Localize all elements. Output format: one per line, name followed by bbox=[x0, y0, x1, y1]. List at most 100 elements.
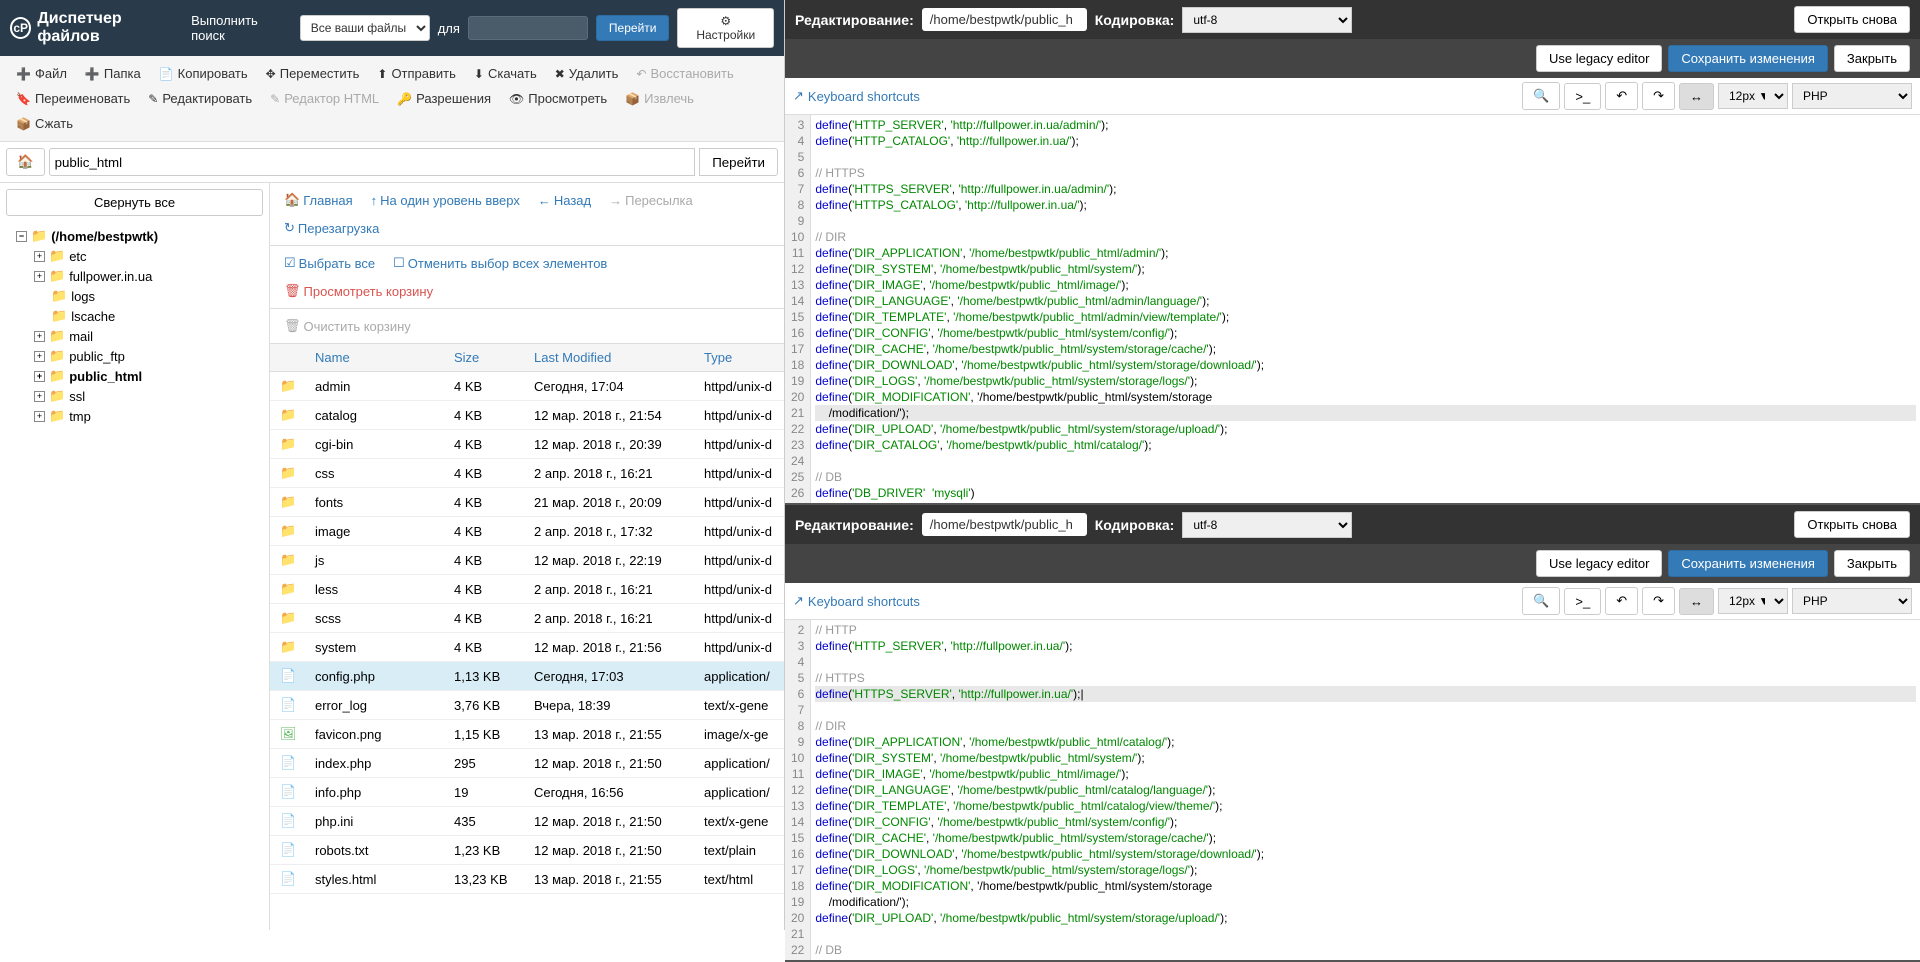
path-input[interactable] bbox=[49, 148, 696, 176]
table-row[interactable]: 📄error_log3,76 KBВчера, 18:39text/x-gene bbox=[270, 691, 784, 720]
keyboard-shortcuts-link[interactable]: ↗Keyboard shortcuts bbox=[793, 593, 920, 609]
tree-item-public_ftp[interactable]: +📁public_ftp bbox=[28, 346, 269, 366]
edit-button[interactable]: ✎Редактировать bbox=[140, 87, 260, 110]
terminal-button[interactable]: >_ bbox=[1564, 588, 1601, 615]
fontsize-select[interactable]: 12px ▼ bbox=[1718, 83, 1788, 109]
tree-item-lscache[interactable]: 📁lscache bbox=[28, 306, 269, 326]
collapse-all-button[interactable]: Свернуть все bbox=[6, 189, 263, 216]
table-row[interactable]: 📁cgi-bin4 KB12 мар. 2018 г., 20:39httpd/… bbox=[270, 430, 784, 459]
table-row[interactable]: 📁scss4 KB2 апр. 2018 г., 16:21httpd/unix… bbox=[270, 604, 784, 633]
tree-item-logs[interactable]: 📁logs bbox=[28, 286, 269, 306]
move-button[interactable]: ✥Переместить bbox=[258, 62, 368, 85]
tree-item-fullpower.in.ua[interactable]: +📁fullpower.in.ua bbox=[28, 266, 269, 286]
table-row[interactable]: 📄styles.html13,23 KB13 мар. 2018 г., 21:… bbox=[270, 865, 784, 894]
table-row[interactable]: 📄index.php29512 мар. 2018 г., 21:50appli… bbox=[270, 749, 784, 778]
reload-button[interactable]: ↻Перезагрузка bbox=[278, 217, 385, 239]
table-row[interactable]: 📁image4 KB2 апр. 2018 г., 17:32httpd/uni… bbox=[270, 517, 784, 546]
permissions-button[interactable]: 🔑Разрешения bbox=[389, 87, 499, 110]
language-select[interactable]: PHP bbox=[1792, 588, 1912, 614]
path-go-button[interactable]: Перейти bbox=[699, 148, 778, 176]
new-folder-button[interactable]: ➕Папка bbox=[77, 62, 149, 85]
reopen-button[interactable]: Открыть снова bbox=[1794, 6, 1910, 33]
wrap-button[interactable]: ↔ bbox=[1679, 588, 1714, 615]
nav-home-button[interactable]: 🏠Главная bbox=[278, 189, 359, 211]
search-button[interactable]: 🔍 bbox=[1522, 82, 1560, 110]
extract-button[interactable]: 📦Извлечь bbox=[617, 87, 702, 110]
tree-item-tmp[interactable]: +📁tmp bbox=[28, 406, 269, 426]
html-editor-button[interactable]: ✎Редактор HTML bbox=[262, 87, 387, 110]
search-scope-select[interactable]: Все ваши файлы bbox=[300, 15, 430, 41]
redo-button[interactable]: ↷ bbox=[1642, 587, 1675, 615]
new-file-button[interactable]: ➕Файл bbox=[8, 62, 75, 85]
table-row[interactable]: 📁system4 KB12 мар. 2018 г., 21:56httpd/u… bbox=[270, 633, 784, 662]
table-row[interactable]: 📄config.php1,13 KBСегодня, 17:03applicat… bbox=[270, 662, 784, 691]
tree-item-mail[interactable]: +📁mail bbox=[28, 326, 269, 346]
expand-icon[interactable]: + bbox=[34, 331, 45, 342]
keyboard-shortcuts-link[interactable]: ↗Keyboard shortcuts bbox=[793, 88, 920, 104]
tree-item-etc[interactable]: +📁etc bbox=[28, 246, 269, 266]
code-editor[interactable]: 2345678910111213141516171819202122// HTT… bbox=[785, 620, 1920, 960]
wrap-button[interactable]: ↔ bbox=[1679, 83, 1714, 110]
tree-root[interactable]: − 📁 (/home/bestpwtk) bbox=[10, 226, 269, 246]
tree-item-public_html[interactable]: +📁public_html bbox=[28, 366, 269, 386]
expand-icon[interactable]: + bbox=[34, 271, 45, 282]
col-name[interactable]: Name bbox=[305, 344, 444, 371]
close-button[interactable]: Закрыть bbox=[1834, 45, 1910, 72]
copy-button[interactable]: 📄Копировать bbox=[151, 62, 256, 85]
col-type[interactable]: Type bbox=[694, 344, 784, 371]
legacy-editor-button[interactable]: Use legacy editor bbox=[1536, 45, 1662, 72]
view-trash-button[interactable]: 🗑Просмотреть корзину bbox=[278, 280, 439, 302]
nav-up-button[interactable]: ↑На один уровень вверх bbox=[365, 189, 526, 211]
language-select[interactable]: PHP bbox=[1792, 83, 1912, 109]
code-content[interactable]: // HTTPdefine('HTTP_SERVER', 'http://ful… bbox=[811, 620, 1920, 960]
table-row[interactable]: 📄robots.txt1,23 KB12 мар. 2018 г., 21:50… bbox=[270, 836, 784, 865]
terminal-button[interactable]: >_ bbox=[1564, 83, 1601, 110]
expand-icon[interactable]: + bbox=[34, 411, 45, 422]
fontsize-select[interactable]: 12px ▼ bbox=[1718, 588, 1788, 614]
table-row[interactable]: 📁js4 KB12 мар. 2018 г., 22:19httpd/unix-… bbox=[270, 546, 784, 575]
encoding-select[interactable]: utf-8 bbox=[1182, 512, 1352, 538]
col-modified[interactable]: Last Modified bbox=[524, 344, 694, 371]
deselect-all-button[interactable]: ☐Отменить выбор всех элементов bbox=[387, 252, 613, 274]
close-button[interactable]: Закрыть bbox=[1834, 550, 1910, 577]
code-content[interactable]: define('HTTP_SERVER', 'http://fullpower.… bbox=[811, 115, 1920, 503]
table-row[interactable]: 🖼favicon.png1,15 KB13 мар. 2018 г., 21:5… bbox=[270, 720, 784, 749]
empty-trash-button[interactable]: 🗑Очистить корзину bbox=[278, 315, 417, 337]
restore-button[interactable]: ↶Восстановить bbox=[628, 62, 741, 85]
save-button[interactable]: Сохранить изменения bbox=[1668, 550, 1828, 577]
undo-button[interactable]: ↶ bbox=[1605, 82, 1638, 110]
table-row[interactable]: 📄info.php19Сегодня, 16:56application/ bbox=[270, 778, 784, 807]
expand-icon[interactable]: + bbox=[34, 371, 45, 382]
table-row[interactable]: 📁admin4 KBСегодня, 17:04httpd/unix-d bbox=[270, 372, 784, 401]
code-editor[interactable]: 3456789101112131415161718192021222324252… bbox=[785, 115, 1920, 503]
tree-item-ssl[interactable]: +📁ssl bbox=[28, 386, 269, 406]
table-row[interactable]: 📁less4 KB2 апр. 2018 г., 16:21httpd/unix… bbox=[270, 575, 784, 604]
legacy-editor-button[interactable]: Use legacy editor bbox=[1536, 550, 1662, 577]
table-row[interactable]: 📁catalog4 KB12 мар. 2018 г., 21:54httpd/… bbox=[270, 401, 784, 430]
upload-button[interactable]: ⬆Отправить bbox=[369, 62, 464, 85]
search-input[interactable] bbox=[468, 16, 588, 40]
expand-icon[interactable]: + bbox=[34, 391, 45, 402]
expand-icon[interactable]: + bbox=[34, 251, 45, 262]
table-row[interactable]: 📁css4 KB2 апр. 2018 г., 16:21httpd/unix-… bbox=[270, 459, 784, 488]
expand-icon[interactable]: + bbox=[34, 351, 45, 362]
delete-button[interactable]: ✖Удалить bbox=[547, 62, 627, 85]
encoding-select[interactable]: utf-8 bbox=[1182, 7, 1352, 33]
collapse-icon[interactable]: − bbox=[16, 231, 27, 242]
compress-button[interactable]: 📦Сжать bbox=[8, 112, 81, 135]
path-home-button[interactable]: 🏠 bbox=[6, 148, 45, 176]
nav-forward-button[interactable]: →Пересылка bbox=[603, 189, 699, 211]
table-row[interactable]: 📄php.ini43512 мар. 2018 г., 21:50text/x-… bbox=[270, 807, 784, 836]
reopen-button[interactable]: Открыть снова bbox=[1794, 511, 1910, 538]
table-row[interactable]: 📁fonts4 KB21 мар. 2018 г., 20:09httpd/un… bbox=[270, 488, 784, 517]
search-button[interactable]: 🔍 bbox=[1522, 587, 1560, 615]
redo-button[interactable]: ↷ bbox=[1642, 82, 1675, 110]
rename-button[interactable]: 🔖Переименовать bbox=[8, 87, 138, 110]
settings-button[interactable]: Настройки bbox=[677, 8, 774, 48]
col-size[interactable]: Size bbox=[444, 344, 524, 371]
download-button[interactable]: ⬇Скачать bbox=[466, 62, 545, 85]
nav-back-button[interactable]: ←Назад bbox=[532, 189, 597, 211]
search-go-button[interactable]: Перейти bbox=[596, 15, 670, 41]
save-button[interactable]: Сохранить изменения bbox=[1668, 45, 1828, 72]
undo-button[interactable]: ↶ bbox=[1605, 587, 1638, 615]
